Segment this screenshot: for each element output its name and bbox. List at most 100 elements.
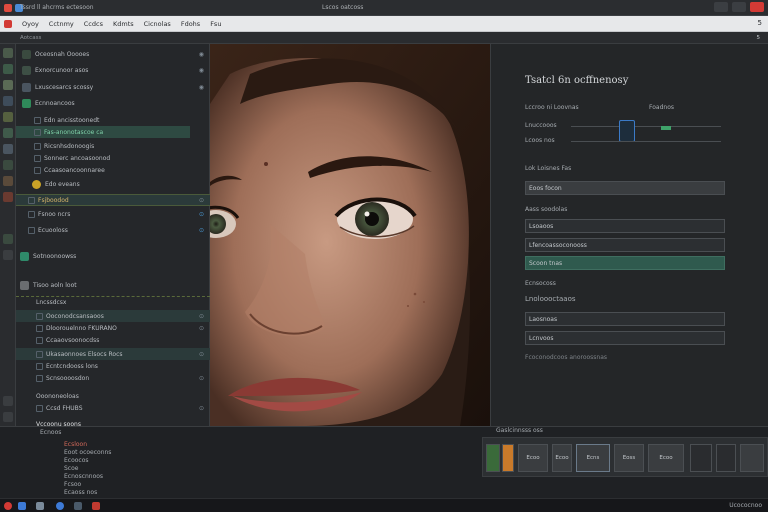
bottom-list-item[interactable]: Ecnoscnnoos: [64, 473, 103, 480]
taskbar-app-icon[interactable]: [56, 502, 64, 510]
eye-icon[interactable]: ◉: [199, 67, 204, 74]
field-2[interactable]: Lsoaoos: [525, 219, 725, 233]
layer-checkbox[interactable]: [36, 324, 43, 332]
link-icon[interactable]: ⊙: [199, 227, 204, 234]
slider-track[interactable]: [571, 126, 721, 127]
menu-item-4[interactable]: Cicnolas: [144, 20, 171, 28]
bottom-list-item[interactable]: Ecsloon: [64, 441, 87, 448]
eye-icon[interactable]: ◉: [199, 51, 204, 58]
layer-row[interactable]: Ecnnoancoos: [16, 97, 210, 109]
layer-checkbox[interactable]: [34, 128, 41, 136]
bottom-list-item[interactable]: Fcsoo: [64, 481, 81, 488]
layer-row[interactable]: Fsjboodod ⊙: [16, 194, 210, 206]
layer-checkbox[interactable]: [34, 142, 41, 150]
layer-checkbox[interactable]: [34, 166, 41, 174]
layer-row[interactable]: Ccaasoancoonnaree: [16, 164, 210, 176]
field-6[interactable]: Lcnvoos: [525, 331, 725, 345]
layer-row[interactable]: Sotnoonoowss: [16, 250, 210, 262]
layer-row[interactable]: Tisoo aoln loot: [16, 279, 210, 291]
brush-tool-icon[interactable]: [3, 128, 13, 138]
menu-item-5[interactable]: Fdohs: [181, 20, 200, 28]
layer-checkbox[interactable]: [36, 404, 43, 412]
taskbar-app-icon[interactable]: [74, 502, 82, 510]
select-tool-icon[interactable]: [3, 64, 13, 74]
slider-track-2[interactable]: [571, 141, 721, 142]
layer-row[interactable]: Lxuscesarcs scossy ◉: [16, 81, 210, 93]
layer-checkbox[interactable]: [28, 196, 35, 204]
hand-tool-icon[interactable]: [3, 234, 13, 244]
thumbnail[interactable]: Eoss: [614, 444, 644, 472]
eye-icon[interactable]: ⊙: [199, 313, 204, 320]
eye-icon[interactable]: ⊙: [199, 325, 204, 332]
layer-row[interactable]: Scnsoooosdon ⊙: [16, 372, 210, 384]
layer-row[interactable]: Fsnoo ncrs ⊙: [16, 208, 210, 220]
close-button[interactable]: [750, 2, 764, 12]
link-icon[interactable]: ⊙: [199, 211, 204, 218]
layer-row[interactable]: Edo eveans: [16, 178, 210, 190]
menu-item-3[interactable]: Kdmts: [113, 20, 134, 28]
taskbar-app-icon[interactable]: [18, 502, 26, 510]
bottom-list-item[interactable]: Scoe: [64, 465, 78, 472]
field-4-selected[interactable]: Scoon tnas: [525, 256, 725, 270]
layer-row[interactable]: Ecntcndooss lons: [16, 360, 210, 372]
layer-row[interactable]: Ooconodcsansaoos ⊙: [16, 310, 210, 322]
link-icon[interactable]: ⊙: [199, 197, 204, 204]
eye-icon[interactable]: ◉: [199, 84, 204, 91]
move-tool-icon[interactable]: [3, 48, 13, 58]
bottom-list-item[interactable]: Eoot ocoeconns: [64, 449, 111, 456]
app-menu-icon[interactable]: [4, 19, 12, 28]
field-5[interactable]: Laosnoas: [525, 312, 725, 326]
eyedropper-tool-icon[interactable]: [3, 112, 13, 122]
menu-item-2[interactable]: Ccdcs: [84, 20, 103, 28]
thumbnail[interactable]: Ecoo: [518, 444, 548, 472]
zoom-tool-icon[interactable]: [3, 250, 13, 260]
layer-row[interactable]: Dloorouelnno FKURANO ⊙: [16, 322, 210, 334]
start-icon[interactable]: [4, 502, 12, 510]
layer-row[interactable]: Edn ancisstoonedt: [16, 114, 210, 126]
field-1[interactable]: Eoos focon: [525, 181, 725, 195]
thumbnail[interactable]: Ecoo: [648, 444, 684, 472]
layer-row[interactable]: Sonnerc ancoasoonod: [16, 152, 210, 164]
image-canvas[interactable]: [210, 44, 490, 426]
bottom-list-item[interactable]: Ecoocos: [64, 457, 89, 464]
layer-row[interactable]: Ccsd FHUBS ⊙: [16, 402, 210, 414]
layer-row[interactable]: Ecuooloss ⊙: [16, 224, 210, 236]
menu-item-1[interactable]: Cctnmy: [49, 20, 74, 28]
menu-item-6[interactable]: Fsu: [210, 20, 221, 28]
layer-checkbox[interactable]: [34, 154, 41, 162]
layer-row[interactable]: Ccaaovsoonocdss: [16, 334, 210, 346]
field-3[interactable]: Lfencoassoconooss: [525, 238, 725, 252]
layer-row[interactable]: Ricsnhsdonoogis: [16, 140, 210, 152]
slider-handle[interactable]: [619, 120, 635, 142]
layer-checkbox[interactable]: [36, 374, 43, 382]
quick-mask-icon[interactable]: [3, 396, 13, 406]
menu-item-0[interactable]: Oyoy: [22, 20, 39, 28]
crop-tool-icon[interactable]: [3, 96, 13, 106]
layer-checkbox[interactable]: [28, 226, 35, 234]
maximize-button[interactable]: [732, 2, 746, 12]
layer-row[interactable]: Oceosnah Ooooes ◉: [16, 48, 210, 60]
eye-icon[interactable]: ⊙: [199, 351, 204, 358]
layer-checkbox[interactable]: [34, 116, 41, 124]
layer-row-selected[interactable]: Fas-anonotascoe ca: [16, 126, 190, 138]
layer-row[interactable]: Ukasaonnoes Elsocs Rocs ⊙: [16, 348, 210, 360]
gradient-tool-icon[interactable]: [3, 176, 13, 186]
taskbar-app-icon[interactable]: [36, 502, 44, 510]
taskbar-app-icon[interactable]: [92, 502, 100, 510]
layer-checkbox[interactable]: [36, 336, 43, 344]
thumbnail[interactable]: Ecoo: [552, 444, 572, 472]
layer-checkbox[interactable]: [36, 312, 43, 320]
thumbnail-icon[interactable]: [716, 444, 736, 472]
minimize-button[interactable]: [714, 2, 728, 12]
bottom-list-item[interactable]: Ecaoss nos: [64, 489, 97, 496]
layer-checkbox[interactable]: [36, 350, 43, 358]
layer-row[interactable]: Ooononeoloas: [16, 390, 210, 402]
eye-icon[interactable]: ⊙: [199, 375, 204, 382]
eraser-tool-icon[interactable]: [3, 160, 13, 170]
screen-mode-icon[interactable]: [3, 412, 13, 422]
color-swatch-icon[interactable]: [3, 192, 13, 202]
layer-checkbox[interactable]: [28, 210, 35, 218]
layer-row[interactable]: Exnorcunoor asos ◉: [16, 64, 210, 76]
eye-icon[interactable]: ⊙: [199, 405, 204, 412]
clone-tool-icon[interactable]: [3, 144, 13, 154]
